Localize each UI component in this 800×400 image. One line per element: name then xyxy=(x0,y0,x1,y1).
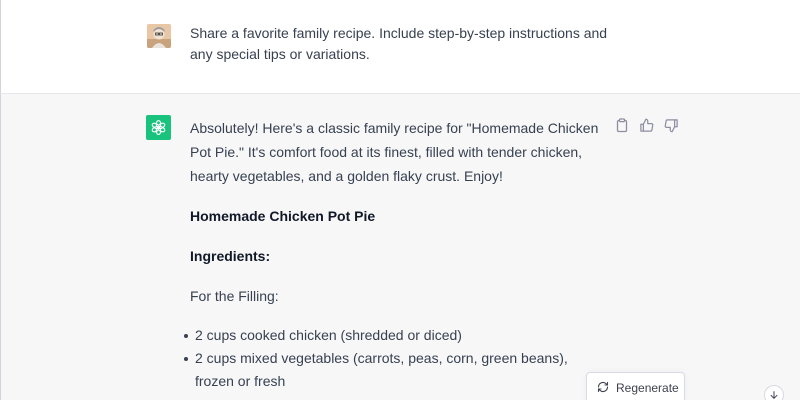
thumbs-down-icon[interactable] xyxy=(663,117,680,133)
user-message-text: Share a favorite family recipe. Include … xyxy=(190,25,608,62)
message-actions xyxy=(613,117,680,133)
assistant-intro: Absolutely! Here's a classic family reci… xyxy=(190,120,599,184)
copy-icon[interactable] xyxy=(613,117,630,133)
thumbs-up-icon[interactable] xyxy=(638,117,655,133)
ingredients-heading: Ingredients: xyxy=(190,248,271,264)
refresh-icon xyxy=(597,381,609,396)
scroll-down-button[interactable] xyxy=(764,385,784,400)
filling-list: 2 cups cooked chicken (shredded or diced… xyxy=(184,324,610,393)
filling-heading: For the Filling: xyxy=(190,288,279,304)
assistant-message-row: Absolutely! Here's a classic family reci… xyxy=(0,94,800,400)
user-avatar xyxy=(147,24,171,48)
user-message-row: Share a favorite family recipe. Include … xyxy=(0,0,800,94)
assistant-message-content: Absolutely! Here's a classic family reci… xyxy=(184,116,610,393)
list-item: 2 cups mixed vegetables (carrots, peas, … xyxy=(184,347,610,393)
recipe-title: Homemade Chicken Pot Pie xyxy=(190,208,376,224)
regenerate-button[interactable]: Regenerate xyxy=(586,372,685,400)
list-item: 2 cups cooked chicken (shredded or diced… xyxy=(184,324,610,347)
openai-logo-icon xyxy=(146,115,171,140)
arrow-down-icon xyxy=(770,391,778,400)
regenerate-label: Regenerate xyxy=(616,381,679,395)
